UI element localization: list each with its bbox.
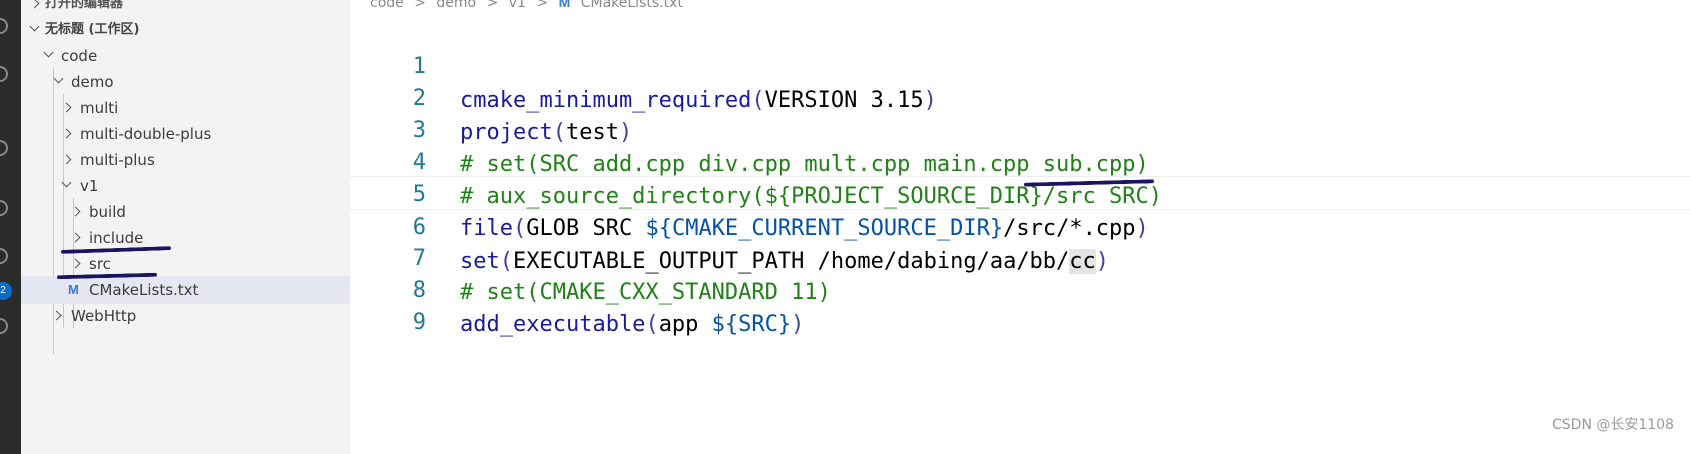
tree-folder-multi-plus[interactable]: multi-plus <box>21 146 350 174</box>
code-line[interactable]: 9 <box>350 272 1690 335</box>
chevron-right-icon <box>70 258 81 269</box>
code-line[interactable]: 3 # set(SRC add.cpp div.cpp mult.cpp mai… <box>350 80 1690 177</box>
search-icon[interactable] <box>0 66 8 82</box>
chevron-right-icon <box>51 310 62 321</box>
tree-file-cmakelists[interactable]: M CMakeLists.txt <box>21 276 350 304</box>
tree-folder-include[interactable]: include <box>21 224 350 252</box>
tree-folder-v1[interactable]: v1 <box>21 172 350 200</box>
notification-badge: 2 <box>0 282 12 300</box>
code-line[interactable]: 2 project(test) <box>350 48 1690 145</box>
chevron-down-icon <box>61 177 72 188</box>
code-line[interactable]: 1 cmake_minimum_required(VERSION 3.15) <box>350 16 1690 113</box>
source-control-icon[interactable] <box>0 200 8 216</box>
watermark: CSDN @长安1108 <box>1552 417 1674 433</box>
chevron-right-icon <box>70 232 81 243</box>
extensions-icon[interactable] <box>0 248 8 264</box>
code-line[interactable]: 8 add_executable(app ${SRC}) <box>350 240 1690 337</box>
code-line[interactable]: 5 file(GLOB SRC ${CMAKE_CURRENT_SOURCE_D… <box>350 144 1690 241</box>
chevron-right-icon <box>61 102 72 113</box>
code-line[interactable]: 4 # aux_source_directory(${PROJECT_SOURC… <box>350 112 1690 209</box>
cmake-file-icon: M <box>68 282 79 297</box>
chevron-right-icon <box>61 128 72 139</box>
workspace-section[interactable]: 无标题 (工作区) <box>21 16 350 44</box>
tree-folder-multi[interactable]: multi <box>21 94 350 122</box>
tree-folder-webhttp[interactable]: WebHttp <box>21 302 350 330</box>
code-editor[interactable]: 1 cmake_minimum_required(VERSION 3.15) 2… <box>350 0 1690 454</box>
settings-gear-icon[interactable] <box>0 318 8 334</box>
chevron-right-icon <box>61 154 72 165</box>
line-number: 9 <box>412 310 426 335</box>
explorer-sidebar: 打开的编辑器 无标题 (工作区) code demo multi multi-d… <box>21 0 350 454</box>
chevron-right-icon <box>29 0 40 9</box>
tree-folder-code[interactable]: code <box>21 42 350 70</box>
chevron-down-icon <box>43 47 54 58</box>
chevron-down-icon <box>53 73 64 84</box>
tree-folder-multi-double-plus[interactable]: multi-double-plus <box>21 120 350 148</box>
explorer-icon[interactable] <box>0 18 8 34</box>
tree-folder-build[interactable]: build <box>21 198 350 226</box>
code-line[interactable]: 7 # set(CMAKE_CXX_STANDARD 11) <box>350 208 1690 305</box>
tree-folder-demo[interactable]: demo <box>21 68 350 96</box>
run-debug-icon[interactable] <box>0 140 8 156</box>
chevron-down-icon <box>29 21 40 32</box>
code-line-current[interactable]: 6 set(EXECUTABLE_OUTPUT_PATH /home/dabin… <box>350 176 1690 274</box>
tree-folder-src[interactable]: src <box>21 250 350 278</box>
chevron-right-icon <box>70 206 81 217</box>
activity-bar: 2 <box>0 0 21 454</box>
